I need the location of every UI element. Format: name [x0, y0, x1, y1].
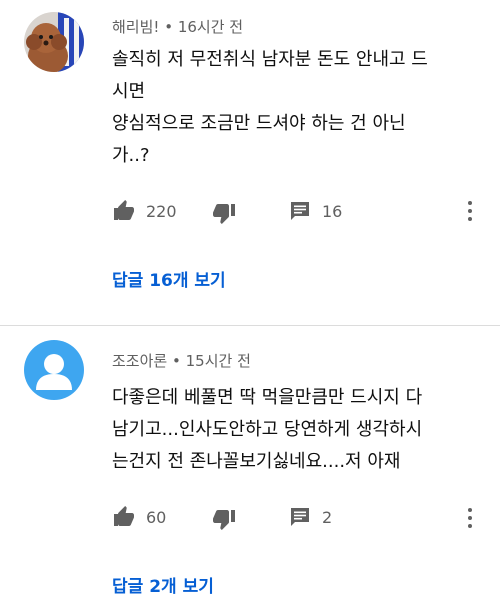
author-name[interactable]: 해리빔! — [112, 18, 159, 36]
more-options-icon[interactable] — [462, 506, 478, 530]
comment-text: 다좋은데 베풀면 딱 먹을만큼만 드시지 다 남기고...인사도안하고 당연하게… — [112, 387, 423, 472]
like-button[interactable]: 60 — [112, 505, 166, 529]
person-avatar-icon — [24, 340, 84, 400]
comment-time: 15시간 전 — [185, 352, 251, 370]
reply-count: 2 — [322, 507, 333, 527]
thumbs-up-icon — [114, 506, 134, 526]
meta-separator: • — [171, 352, 181, 370]
comment-reply-icon — [291, 508, 309, 526]
more-options-icon[interactable] — [462, 199, 478, 223]
reply-button[interactable]: 2 — [288, 505, 332, 529]
comment-text: 솔직히 저 무전취식 남자분 돈도 안내고 드 시면 양심적으로 조금만 드셔야… — [112, 49, 428, 166]
comment-meta: 해리빔! • 16시간 전 — [112, 16, 243, 37]
meta-separator: • — [164, 18, 174, 36]
reply-count: 16 — [322, 201, 343, 221]
comment-meta: 조조아론 • 15시간 전 — [112, 350, 251, 371]
comment-2: 조조아론 • 15시간 전 다좋은데 베풀면 딱 먹을만큼만 드시지 다 남기고… — [0, 326, 500, 597]
avatar-default[interactable] — [24, 340, 84, 400]
comment-reply-icon — [291, 202, 309, 220]
like-button[interactable]: 220 — [112, 199, 177, 223]
reply-button[interactable]: 16 — [288, 199, 342, 223]
avatar-dog[interactable] — [24, 12, 84, 72]
thumbs-up-icon — [114, 200, 134, 220]
view-replies-link[interactable]: 답글 2개 보기 — [112, 572, 214, 597]
thumbs-down-icon — [213, 510, 235, 530]
like-count: 220 — [146, 201, 177, 221]
comment-time: 16시간 전 — [177, 18, 244, 36]
author-name[interactable]: 조조아론 — [112, 352, 167, 370]
dislike-button[interactable] — [212, 507, 236, 531]
dog-avatar-image — [24, 12, 84, 72]
like-count: 60 — [146, 507, 167, 527]
dislike-button[interactable] — [212, 201, 236, 225]
view-replies-link[interactable]: 답글 16개 보기 — [112, 266, 226, 291]
thumbs-down-icon — [213, 204, 235, 224]
comment-1: 해리빔! • 16시간 전 솔직히 저 무전취식 남자분 돈도 안내고 드 시면… — [0, 0, 500, 325]
